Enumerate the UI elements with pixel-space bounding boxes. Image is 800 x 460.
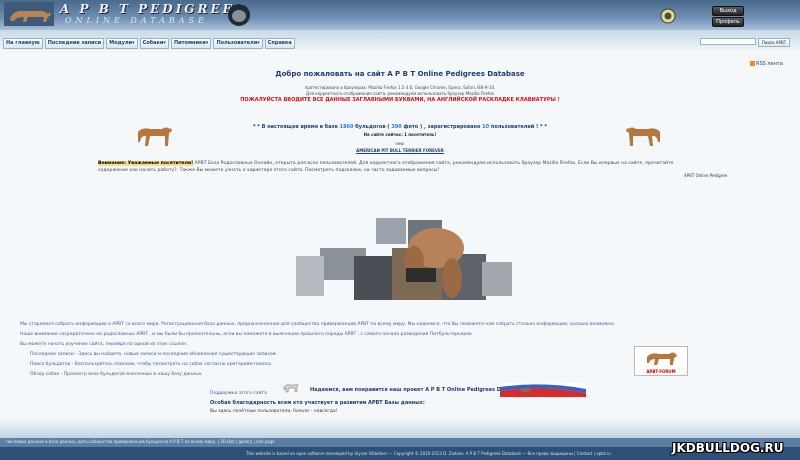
nav-users[interactable]: Пользователи▾ xyxy=(213,38,263,49)
small-dog-icon xyxy=(283,383,299,393)
info-section: Мы стараемся собрать информацию о APBT с… xyxy=(20,320,615,380)
rss-link[interactable]: RSS лента xyxy=(750,61,783,67)
emblem-icon xyxy=(660,8,676,24)
nav-latest[interactable]: Последние записи xyxy=(44,38,105,49)
footer-line-1: Числовые данные в базе данных, для сообщ… xyxy=(6,439,275,444)
forum-label: APBT-FORUM xyxy=(646,369,676,374)
database-stats: * * В настоящее время в базе 1860 бульдо… xyxy=(0,124,800,130)
info-line-1: Мы стараемся собрать информацию о APBT с… xyxy=(20,322,616,327)
stats-dog-count: 1860 xyxy=(339,124,354,130)
main-nav: На главную Последние записи Модули▾ Соба… xyxy=(3,38,295,49)
info-line-2: Наше внимание сосредоточено на родословн… xyxy=(20,332,474,337)
stats-mid2: фото ) , зарегистрировано xyxy=(403,124,481,130)
thanks-message: Особая благодарность всем кто участвует … xyxy=(210,400,425,406)
rss-label: RSS лента xyxy=(756,61,783,67)
watermark: JKDBULLDOG.RU xyxy=(672,441,784,455)
nav-help[interactable]: Справка xyxy=(264,38,295,49)
nav-modules[interactable]: Модули▾ xyxy=(106,38,138,49)
dog-head-logo-icon xyxy=(228,4,250,26)
search-button[interactable]: Поиск APBT xyxy=(758,38,790,47)
site-title: A P B T PEDIGREES xyxy=(60,2,247,16)
rss-icon xyxy=(750,61,755,66)
stats-mid: бульдогов ( xyxy=(355,124,390,130)
nav-kennels[interactable]: Питомники▾ xyxy=(170,38,212,49)
stats-user-count: 10 xyxy=(482,124,490,130)
browse-dogs-link[interactable]: Обзор собак - Просмотр всех бульдогов вн… xyxy=(20,370,615,380)
info-line-3: Вы можете начать изучение сайта, перейдя… xyxy=(20,342,188,347)
flag-banner xyxy=(500,383,586,397)
forever-link[interactable]: AMERICAN PIT BULL TERRIER FOREVER xyxy=(0,148,800,153)
honor-message: Вы здесь почётные пользователи, forever … xyxy=(210,409,338,414)
footer-line-2: This website is based on open software d… xyxy=(246,451,611,456)
caps-warning: ПОЖАЛУЙСТА ВВОДИТЕ ВСЕ ДАННЫЕ ЗАГЛАВНЫМИ… xyxy=(240,97,560,103)
footer-frost xyxy=(0,420,800,440)
attention-notice: Внимание: Уважаемые посетители! APBT Баз… xyxy=(98,160,698,174)
attention-bold: Внимание: Уважаемые посетители! xyxy=(98,161,194,166)
profile-button[interactable]: Профиль xyxy=(712,17,744,27)
site-header: A P B T PEDIGREES ONLINE DATABASE Выход … xyxy=(0,0,800,30)
signature: APBT Online Pedigree xyxy=(684,173,728,178)
pitbull-logo-icon xyxy=(4,2,54,26)
recommend-browser: Для корректного отображения сайта, реком… xyxy=(305,91,495,96)
stats-prefix: * * В настоящее время в базе xyxy=(252,124,338,130)
hope-message: Надеемся, вам понравится наш проект A P … xyxy=(310,387,526,393)
site-subtitle: ONLINE DATABASE xyxy=(65,16,208,25)
support-label: Поддержка этого сайта xyxy=(210,391,267,396)
online-count: На сайте сейчас: 1 посетитель! xyxy=(363,132,437,137)
search-input[interactable] xyxy=(700,38,756,45)
latest-records-link[interactable]: Последние записи - Здесь вы найдете, нов… xyxy=(20,350,615,360)
stats-photo-count: 390 xyxy=(391,124,402,130)
forum-banner[interactable]: APBT-FORUM xyxy=(634,346,688,376)
logout-button[interactable]: Выход xyxy=(712,6,744,16)
forum-dog-icon xyxy=(647,352,677,365)
nav-dogs[interactable]: Собаки▾ xyxy=(139,38,169,49)
welcome-heading: Добро пожаловать на сайт A P B T Online … xyxy=(275,70,525,78)
tested-browsers: протестировано в браузерах: Mozilla Fire… xyxy=(304,85,496,90)
search-dogs-link[interactable]: Поиск бульдогов - Воспользуйтесь поиском… xyxy=(20,360,615,370)
dog-photo-collage xyxy=(296,218,512,300)
stats-suffix: пользователей ! * * xyxy=(490,124,548,130)
new-label: new: xyxy=(395,141,405,146)
nav-home[interactable]: На главную xyxy=(3,38,43,49)
